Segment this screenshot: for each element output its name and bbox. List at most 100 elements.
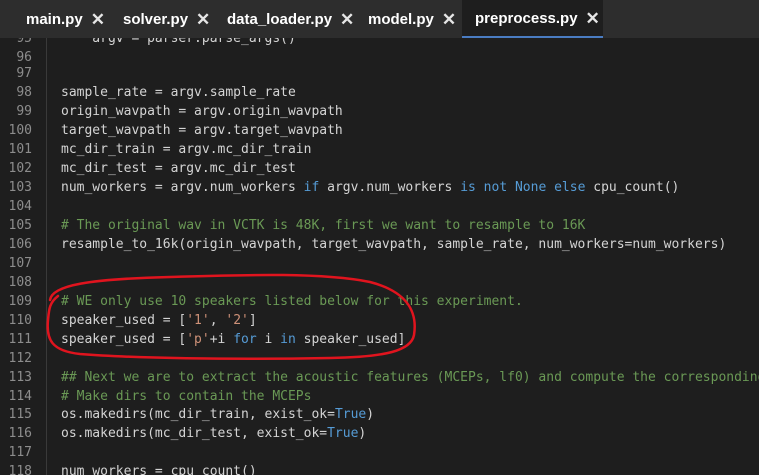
code-line[interactable]: 111 speaker_used = ['p'+i for i in speak…: [0, 330, 759, 349]
code-line[interactable]: 102 mc_dir_test = argv.mc_dir_test: [0, 159, 759, 178]
code-line[interactable]: 103 num_workers = argv.num_workers if ar…: [0, 178, 759, 197]
code-token: ]: [248, 313, 257, 328]
line-number: 99: [16, 104, 32, 119]
code-text: os.makedirs(mc_dir_train, exist_ok=True): [61, 405, 374, 424]
code-text: sample_rate = argv.sample_rate: [61, 85, 296, 100]
line-number: 117: [8, 445, 32, 460]
tab-main-py[interactable]: main.py ✕: [26, 0, 105, 38]
line-number: 108: [8, 275, 32, 290]
code-line[interactable]: 104: [0, 197, 759, 216]
close-icon[interactable]: ✕: [442, 11, 456, 28]
code-line[interactable]: 107: [0, 254, 759, 273]
tab-label: preprocess.py: [475, 9, 578, 27]
code-line[interactable]: 98 sample_rate = argv.sample_rate: [0, 83, 759, 102]
string-token: '1': [186, 313, 210, 328]
code-text: mc_dir_train = argv.mc_dir_train: [61, 142, 312, 157]
close-icon[interactable]: ✕: [340, 11, 354, 28]
line-number: 109: [8, 294, 32, 309]
code-text: mc_dir_test = argv.mc_dir_test: [61, 161, 296, 176]
tab-label: main.py: [26, 10, 83, 28]
code-token: argv.num_workers: [319, 180, 461, 195]
code-token: +i: [209, 332, 234, 347]
code-line[interactable]: 116 os.makedirs(mc_dir_test, exist_ok=Tr…: [0, 424, 759, 443]
tab-label: data_loader.py: [227, 10, 333, 28]
code-line[interactable]: 105 # The original wav in VCTK is 48K, f…: [0, 216, 759, 235]
code-token: speaker_used]: [295, 332, 406, 347]
code-token: speaker_used = [: [61, 332, 187, 347]
line-number: 98: [16, 85, 32, 100]
line-number: 116: [8, 426, 32, 441]
code-line[interactable]: 100 target_wavpath = argv.target_wavpath: [0, 121, 759, 140]
line-number: 97: [16, 66, 32, 81]
code-token: ): [366, 407, 375, 422]
line-number: 95: [16, 38, 32, 46]
code-line[interactable]: 101 mc_dir_train = argv.mc_dir_train: [0, 140, 759, 159]
keyword-token: if: [303, 180, 320, 195]
code-text: argv = parser.parse_args(): [61, 38, 296, 46]
line-number: 114: [8, 389, 32, 404]
line-number: 102: [8, 161, 32, 176]
tab-label: model.py: [368, 10, 434, 28]
tab-label: solver.py: [123, 10, 189, 28]
code-line[interactable]: 106 resample_to_16k(origin_wavpath, targ…: [0, 235, 759, 254]
keyword-token: is not None else: [460, 180, 586, 195]
code-line[interactable]: 112: [0, 349, 759, 368]
code-line[interactable]: 115 os.makedirs(mc_dir_train, exist_ok=T…: [0, 405, 759, 424]
code-text: origin_wavpath = argv.origin_wavpath: [61, 104, 343, 119]
code-token: ): [358, 426, 367, 441]
line-number: 118: [8, 464, 32, 475]
close-icon[interactable]: ✕: [196, 11, 210, 28]
code-token: num_workers = argv.num_workers: [61, 180, 304, 195]
code-text: target_wavpath = argv.target_wavpath: [61, 123, 343, 138]
tab-preprocess-py[interactable]: preprocess.py ✕: [462, 0, 603, 38]
code-line[interactable]: 99 origin_wavpath = argv.origin_wavpath: [0, 102, 759, 121]
code-line[interactable]: 110 speaker_used = ['1', '2']: [0, 311, 759, 330]
tab-solver-py[interactable]: solver.py ✕: [123, 0, 210, 38]
line-number: 101: [8, 142, 32, 157]
line-number: 107: [8, 256, 32, 271]
code-line[interactable]: 118 num_workers = cpu_count(): [0, 462, 759, 475]
code-line[interactable]: 114 # Make dirs to contain the MCEPs: [0, 387, 759, 406]
code-token: ,: [209, 313, 226, 328]
line-number: 111: [8, 332, 32, 347]
line-number: 106: [8, 237, 32, 252]
tab-bar: main.py ✕ solver.py ✕ data_loader.py ✕ m…: [0, 0, 759, 38]
tab-data-loader-py[interactable]: data_loader.py ✕: [227, 0, 354, 38]
code-line[interactable]: 108: [0, 273, 759, 292]
code-editor[interactable]: 95 argv = parser.parse_args() 96 97 98 s…: [0, 38, 759, 475]
code-token: os.makedirs(mc_dir_test, exist_ok=: [61, 426, 328, 441]
string-token: '2': [225, 313, 249, 328]
line-number: 113: [8, 370, 32, 385]
comment-text: # Make dirs to contain the MCEPs: [61, 389, 312, 404]
tab-model-py[interactable]: model.py ✕: [368, 0, 456, 38]
code-text: speaker_used = ['p'+i for i in speaker_u…: [61, 330, 405, 349]
keyword-token: for: [233, 332, 257, 347]
keyword-token: in: [280, 332, 296, 347]
code-line[interactable]: 97: [0, 64, 759, 83]
line-number: 110: [8, 313, 32, 328]
code-text: num_workers = cpu_count(): [61, 464, 257, 475]
code-text: num_workers = argv.num_workers if argv.n…: [61, 178, 679, 197]
line-number: 103: [8, 180, 32, 195]
line-number: 105: [8, 218, 32, 233]
close-icon[interactable]: ✕: [91, 11, 105, 28]
comment-text: ## Next we are to extract the acoustic f…: [61, 370, 759, 385]
comment-text: # The original wav in VCTK is 48K, first…: [61, 218, 586, 233]
code-line[interactable]: 113 ## Next we are to extract the acoust…: [0, 368, 759, 387]
code-text: resample_to_16k(origin_wavpath, target_w…: [61, 237, 727, 252]
line-number: 115: [8, 407, 32, 422]
close-icon[interactable]: ✕: [586, 10, 600, 27]
code-line[interactable]: 95 argv = parser.parse_args(): [0, 38, 759, 48]
line-number: 104: [8, 199, 32, 214]
line-number: 112: [8, 351, 32, 366]
code-line[interactable]: 117: [0, 443, 759, 462]
line-number: 100: [8, 123, 32, 138]
code-token: os.makedirs(mc_dir_train, exist_ok=: [61, 407, 335, 422]
code-token: cpu_count(): [585, 180, 680, 195]
code-token: speaker_used = [: [61, 313, 187, 328]
code-token: i: [256, 332, 281, 347]
comment-text: # WE only use 10 speakers listed below f…: [61, 294, 523, 309]
string-token: 'p': [186, 332, 210, 347]
keyword-token: True: [327, 426, 359, 441]
code-line[interactable]: 109 # WE only use 10 speakers listed bel…: [0, 292, 759, 311]
